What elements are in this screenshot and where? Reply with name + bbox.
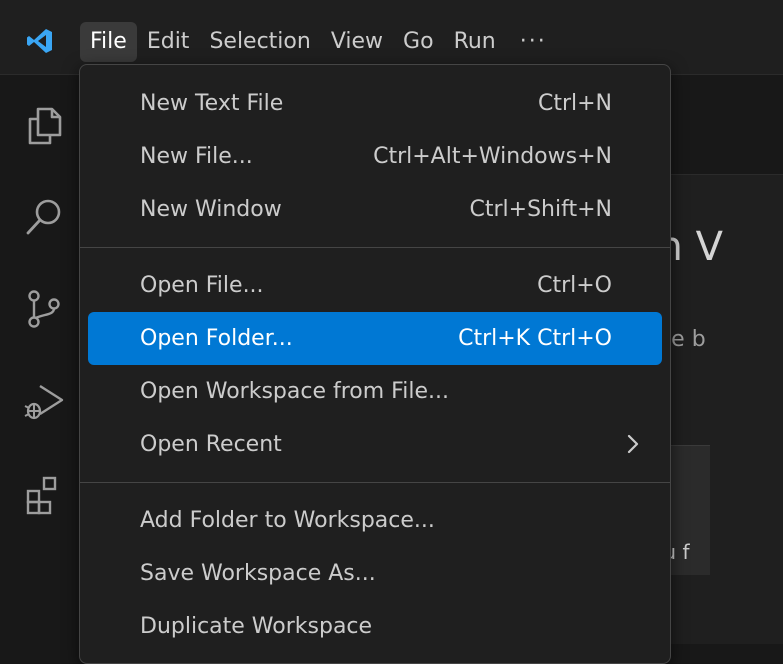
menu-item-label: New File... bbox=[140, 144, 253, 169]
menu-item-label: Open Workspace from File... bbox=[140, 379, 449, 404]
menu-edit[interactable]: Edit bbox=[137, 22, 200, 62]
menu-item-label: New Window bbox=[140, 197, 282, 222]
menu-view[interactable]: View bbox=[321, 22, 393, 62]
file-menu-dropdown: New Text File Ctrl+N New File... Ctrl+Al… bbox=[79, 64, 671, 664]
menu-more[interactable]: ··· bbox=[506, 22, 561, 62]
vscode-logo-icon[interactable] bbox=[26, 27, 54, 55]
menu-item-shortcut: Ctrl+N bbox=[537, 91, 612, 116]
menu-item-duplicate-workspace[interactable]: Duplicate Workspace bbox=[88, 600, 662, 653]
menu-item-label: Duplicate Workspace bbox=[140, 614, 373, 639]
menu-item-label: Open Recent bbox=[140, 432, 282, 457]
menu-item-label: Open File... bbox=[140, 273, 264, 298]
menu-separator bbox=[80, 247, 670, 248]
menu-item-shortcut: Ctrl+K Ctrl+O bbox=[458, 326, 612, 351]
menu-run[interactable]: Run bbox=[444, 22, 506, 62]
activity-bar bbox=[0, 75, 80, 644]
menu-bar: File Edit Selection View Go Run ··· bbox=[80, 22, 561, 62]
menu-item-open-folder[interactable]: Open Folder... Ctrl+K Ctrl+O bbox=[88, 312, 662, 365]
menu-item-new-text-file[interactable]: New Text File Ctrl+N bbox=[88, 77, 662, 130]
menu-go[interactable]: Go bbox=[393, 22, 444, 62]
menu-item-add-folder-to-workspace[interactable]: Add Folder to Workspace... bbox=[88, 494, 662, 547]
menu-item-shortcut: Ctrl+O bbox=[537, 273, 612, 298]
menu-item-shortcut: Ctrl+Shift+N bbox=[469, 197, 612, 222]
menu-item-new-window[interactable]: New Window Ctrl+Shift+N bbox=[88, 183, 662, 236]
extensions-icon[interactable] bbox=[22, 473, 66, 517]
search-icon[interactable] bbox=[22, 195, 66, 239]
menu-item-label: New Text File bbox=[140, 91, 284, 116]
menu-file[interactable]: File bbox=[80, 22, 137, 62]
run-debug-icon[interactable] bbox=[22, 380, 66, 424]
menu-item-new-file[interactable]: New File... Ctrl+Alt+Windows+N bbox=[88, 130, 662, 183]
chevron-right-icon bbox=[627, 434, 639, 454]
menu-item-shortcut: Ctrl+Alt+Windows+N bbox=[373, 144, 612, 169]
menu-item-label: Open Folder... bbox=[140, 326, 293, 351]
explorer-icon[interactable] bbox=[22, 103, 66, 147]
menu-item-open-recent[interactable]: Open Recent bbox=[88, 418, 662, 471]
menu-item-label: Save Workspace As... bbox=[140, 561, 376, 586]
menu-item-open-file[interactable]: Open File... Ctrl+O bbox=[88, 259, 662, 312]
menu-item-open-workspace-from-file[interactable]: Open Workspace from File... bbox=[88, 365, 662, 418]
menu-item-label: Add Folder to Workspace... bbox=[140, 508, 435, 533]
menu-item-save-workspace-as[interactable]: Save Workspace As... bbox=[88, 547, 662, 600]
menu-selection[interactable]: Selection bbox=[199, 22, 320, 62]
source-control-icon[interactable] bbox=[22, 287, 66, 331]
menu-separator bbox=[80, 482, 670, 483]
